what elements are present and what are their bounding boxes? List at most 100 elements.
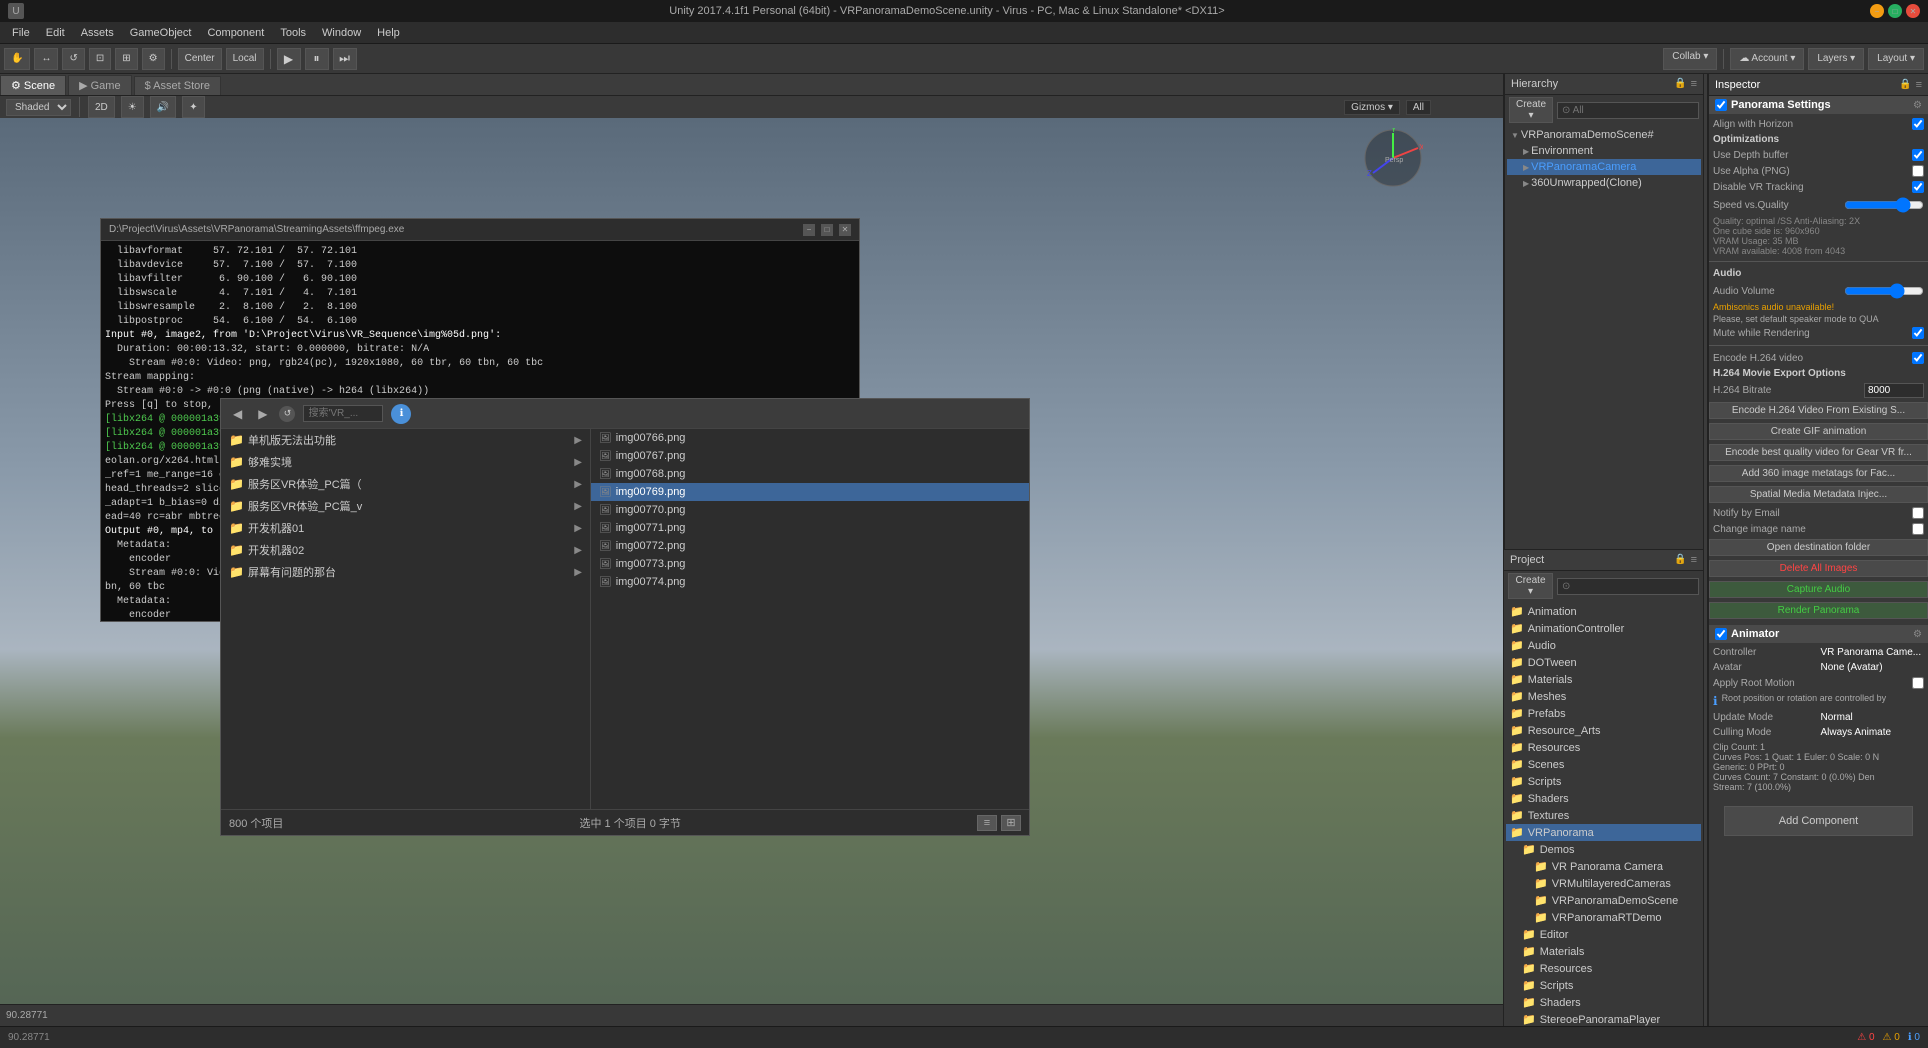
capture-audio-btn[interactable]: Capture Audio (1709, 581, 1928, 598)
account-button[interactable]: ☁ Account ▾ (1730, 48, 1804, 70)
notify-email-checkbox[interactable] (1912, 507, 1924, 519)
proj-stereo[interactable]: 📁StereoePanoramaPlayer (1506, 1011, 1701, 1026)
proj-animation[interactable]: 📁Animation (1506, 603, 1701, 620)
file-item-7[interactable]: 📁 屏幕有问题的那台 ▶ (221, 561, 590, 583)
tool-transform[interactable]: ⚙ (142, 48, 165, 70)
audio-btn[interactable]: 🔊 (150, 96, 176, 118)
fb-forward[interactable]: ▶ (254, 407, 271, 421)
proj-materials2[interactable]: 📁Materials (1506, 943, 1701, 960)
fb-file-774[interactable]: 🖼 img00774.png (591, 573, 1029, 591)
proj-vr-multi[interactable]: 📁VRMultilayeredCameras (1506, 875, 1701, 892)
proj-menu-icon[interactable]: ≡ (1691, 554, 1697, 566)
proj-editor[interactable]: 📁Editor (1506, 926, 1701, 943)
proj-create[interactable]: Create ▾ (1508, 573, 1553, 599)
menu-assets[interactable]: Assets (73, 25, 122, 41)
open-destination-btn[interactable]: Open destination folder (1709, 539, 1928, 556)
fb-back[interactable]: ◀ (229, 407, 246, 421)
play-button[interactable]: ▶ (277, 48, 301, 70)
layers-button[interactable]: Layers ▾ (1808, 48, 1864, 70)
shaded-dropdown[interactable]: Shaded (6, 99, 71, 116)
inspector-scroll[interactable]: Panorama Settings ⚙ Align with Horizon O… (1709, 96, 1928, 1026)
collab-button[interactable]: Collab ▾ (1663, 48, 1717, 70)
proj-anim-ctrl[interactable]: 📁AnimationController (1506, 620, 1701, 637)
proj-materials[interactable]: 📁Materials (1506, 671, 1701, 688)
menu-gameobject[interactable]: GameObject (122, 25, 200, 41)
add-component-button[interactable]: Add Component (1724, 806, 1914, 836)
speed-quality-slider[interactable] (1844, 197, 1924, 213)
gizmos-dropdown[interactable]: Gizmos ▾ (1344, 100, 1400, 115)
fb-file-771[interactable]: 🖼 img00771.png (591, 519, 1029, 537)
effects-btn[interactable]: ✦ (182, 96, 204, 118)
tab-asset-store[interactable]: $ Asset Store (134, 76, 221, 95)
file-item-3[interactable]: 📁 服务区VR体验_PC篇（ ▶ (221, 473, 590, 495)
proj-shaders2[interactable]: 📁Shaders (1506, 994, 1701, 1011)
proj-demos[interactable]: 📁Demos (1506, 841, 1701, 858)
mode-2d[interactable]: 2D (88, 96, 115, 118)
all-btn[interactable]: All (1406, 100, 1431, 115)
menu-help[interactable]: Help (369, 25, 408, 41)
panorama-settings-header[interactable]: Panorama Settings ⚙ (1709, 96, 1928, 114)
tool-hand[interactable]: ✋ (4, 48, 30, 70)
hier-360[interactable]: ▶ 360Unwrapped(Clone) (1507, 175, 1701, 191)
menu-window[interactable]: Window (314, 25, 369, 41)
terminal-close[interactable]: ✕ (839, 224, 851, 236)
proj-vr-cam[interactable]: 📁VR Panorama Camera (1506, 858, 1701, 875)
proj-audio[interactable]: 📁Audio (1506, 637, 1701, 654)
hier-menu-icon[interactable]: ≡ (1691, 78, 1697, 90)
maximize-button[interactable]: □ (1888, 4, 1902, 18)
step-button[interactable]: ⏭ (333, 48, 357, 70)
proj-resource-arts[interactable]: 📁Resource_Arts (1506, 722, 1701, 739)
fb-file-766[interactable]: 🖼 img00766.png (591, 429, 1029, 447)
menu-component[interactable]: Component (199, 25, 272, 41)
layout-button[interactable]: Layout ▾ (1868, 48, 1924, 70)
file-item-5[interactable]: 📁 开发机器01 ▶ (221, 517, 590, 539)
file-item-4[interactable]: 📁 服务区VR体验_PC篇_v ▶ (221, 495, 590, 517)
hier-environment[interactable]: ▶ Environment (1507, 143, 1701, 159)
proj-meshes[interactable]: 📁Meshes (1506, 688, 1701, 705)
fb-view-list[interactable]: ≡ (977, 815, 997, 831)
align-horizon-checkbox[interactable] (1912, 118, 1924, 130)
mute-rendering-checkbox[interactable] (1912, 327, 1924, 339)
tab-scene[interactable]: ⚙ Scene (0, 75, 66, 95)
file-item-1[interactable]: 📁 单机版无法出功能 ▶ (221, 429, 590, 451)
pause-button[interactable]: ⏸ (305, 48, 329, 70)
proj-prefabs[interactable]: 📁Prefabs (1506, 705, 1701, 722)
tool-rect[interactable]: ⊞ (115, 48, 137, 70)
lighting-btn[interactable]: ☀ (121, 96, 144, 118)
hier-scene[interactable]: ▼ VRPanoramaDemoScene# (1507, 127, 1701, 143)
hierarchy-search[interactable] (1557, 102, 1699, 119)
proj-textures[interactable]: 📁Textures (1506, 807, 1701, 824)
terminal-maximize[interactable]: □ (821, 224, 833, 236)
file-item-6[interactable]: 📁 开发机器02 ▶ (221, 539, 590, 561)
proj-vrpanorama[interactable]: 📁 VRPanorama (1506, 824, 1701, 841)
insp-menu-icon[interactable]: ≡ (1916, 79, 1922, 91)
use-alpha-checkbox[interactable] (1912, 165, 1924, 177)
fb-file-772[interactable]: 🖼 img00772.png (591, 537, 1029, 555)
pivot-local[interactable]: Local (226, 48, 264, 70)
proj-scripts[interactable]: 📁Scripts (1506, 773, 1701, 790)
create-gif-btn[interactable]: Create GIF animation (1709, 423, 1928, 440)
tool-scale[interactable]: ⊡ (89, 48, 111, 70)
panorama-enabled-checkbox[interactable] (1715, 99, 1727, 111)
hier-camera[interactable]: ▶ VRPanoramaCamera (1507, 159, 1701, 175)
menu-edit[interactable]: Edit (38, 25, 73, 41)
delete-all-btn[interactable]: Delete All Images (1709, 560, 1928, 577)
add-360-metatags-btn[interactable]: Add 360 image metatags for Fac... (1709, 465, 1928, 482)
tool-rotate[interactable]: ↺ (62, 48, 84, 70)
proj-vr-demo-scene[interactable]: 📁VRPanoramaDemoScene (1506, 892, 1701, 909)
menu-file[interactable]: File (4, 25, 38, 41)
proj-resources[interactable]: 📁Resources (1506, 739, 1701, 756)
terminal-minimize[interactable]: − (803, 224, 815, 236)
encode-best-quality-btn[interactable]: Encode best quality video for Gear VR fr… (1709, 444, 1928, 461)
audio-volume-slider[interactable] (1844, 283, 1924, 299)
tab-game[interactable]: ▶ Game (68, 75, 131, 95)
apply-root-checkbox[interactable] (1912, 677, 1924, 689)
fb-file-767[interactable]: 🖼 img00767.png (591, 447, 1029, 465)
fb-file-773[interactable]: 🖼 img00773.png (591, 555, 1029, 573)
fb-search[interactable] (303, 405, 383, 422)
encode-from-existing-btn[interactable]: Encode H.264 Video From Existing S... (1709, 402, 1928, 419)
proj-scenes[interactable]: 📁Scenes (1506, 756, 1701, 773)
project-search[interactable] (1557, 578, 1699, 595)
animator-enabled-checkbox[interactable] (1715, 628, 1727, 640)
hier-create[interactable]: Create ▾ (1509, 97, 1553, 123)
